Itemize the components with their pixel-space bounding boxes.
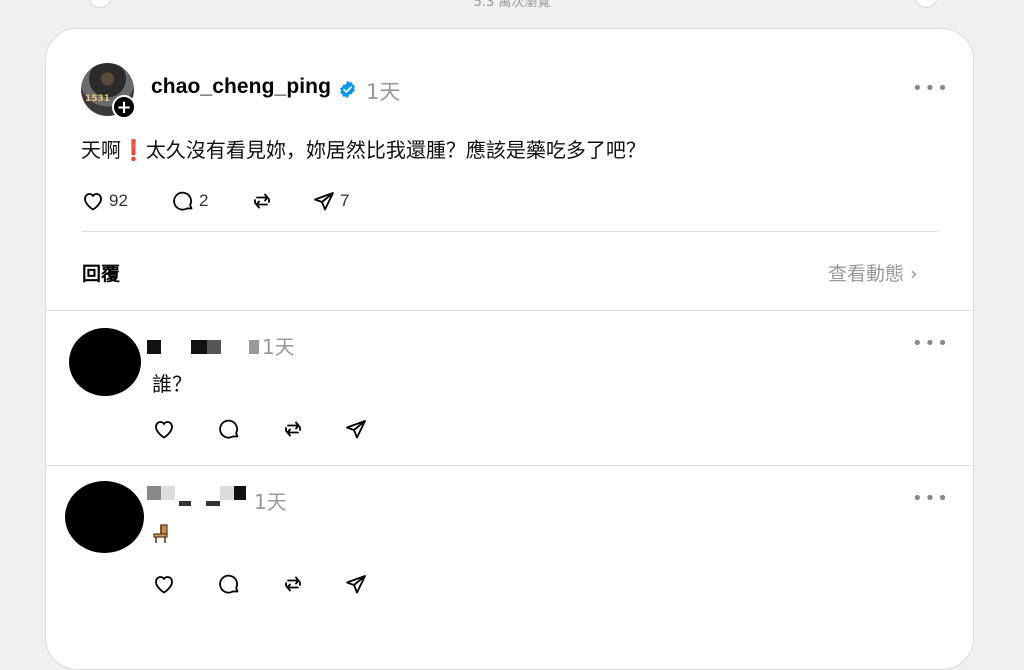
post-time: 1天: [366, 80, 401, 104]
post-text-start: 天啊: [81, 138, 121, 162]
post-text-rest: 太久沒有看見妳，妳居然比我還腫？應該是藥吃多了吧？: [145, 138, 646, 162]
verified-badge-icon: [340, 80, 355, 99]
comment-icon: [219, 574, 239, 594]
post-card: 1531 + chao_cheng_ping 1天 ••• 天啊❗太久沒有看見妳…: [45, 28, 974, 670]
post-more-icon[interactable]: •••: [912, 80, 950, 98]
reply-time: 1天: [254, 490, 287, 514]
heart-icon: [155, 421, 173, 439]
replies-heading: 回覆: [82, 263, 121, 285]
reply-like-button[interactable]: [152, 417, 176, 441]
comment-button[interactable]: 2: [171, 189, 208, 213]
divider: [46, 465, 973, 466]
repost-icon: [285, 421, 301, 437]
reply-comment-button[interactable]: [217, 417, 241, 441]
reply-repost-button[interactable]: [281, 572, 305, 596]
like-button[interactable]: 92: [81, 189, 128, 213]
reply-comment-button[interactable]: [217, 572, 241, 596]
repost-icon: [254, 193, 270, 209]
reply-share-button[interactable]: [344, 572, 368, 596]
view-activity-link[interactable]: 查看動態 ›: [828, 259, 918, 286]
avatar-text: 1531: [85, 94, 111, 104]
send-icon: [346, 575, 366, 594]
post-text: 天啊❗太久沒有看見妳，妳居然比我還腫？應該是藥吃多了吧？: [81, 134, 646, 163]
reply-time: 1天: [262, 335, 295, 359]
repost-icon: [285, 576, 301, 592]
view-count: 5.3 萬次瀏覽: [473, 0, 551, 10]
comment-icon: [219, 419, 239, 439]
share-count: 7: [340, 191, 350, 210]
author-username[interactable]: chao_cheng_ping: [151, 75, 331, 99]
reply-text: 誰？: [152, 372, 192, 396]
chair-emoji-icon: [153, 524, 168, 543]
chevron-right-icon: ›: [910, 263, 918, 285]
share-button[interactable]: 7: [312, 189, 349, 213]
send-icon: [314, 192, 334, 211]
comment-icon: [173, 191, 193, 211]
view-activity-label: 查看動態: [828, 263, 905, 285]
comment-count: 2: [199, 191, 209, 210]
reply-avatar[interactable]: [69, 328, 141, 396]
follow-plus-icon[interactable]: +: [112, 95, 136, 119]
top-header: 5.3 萬次瀏覽: [0, 0, 1024, 12]
divider: [46, 310, 973, 311]
reply-share-button[interactable]: [344, 417, 368, 441]
reply-like-button[interactable]: [152, 572, 176, 596]
divider: [82, 231, 938, 232]
send-icon: [346, 420, 366, 439]
exclamation-emoji: ❗: [121, 138, 146, 162]
repost-button[interactable]: [250, 189, 274, 213]
reply-repost-button[interactable]: [281, 417, 305, 441]
reply-avatar[interactable]: [65, 481, 144, 553]
reply-more-icon[interactable]: •••: [912, 490, 950, 508]
heart-icon: [155, 576, 173, 594]
like-count: 92: [109, 191, 128, 210]
heart-icon: [84, 193, 102, 211]
reply-more-icon[interactable]: •••: [912, 335, 950, 353]
